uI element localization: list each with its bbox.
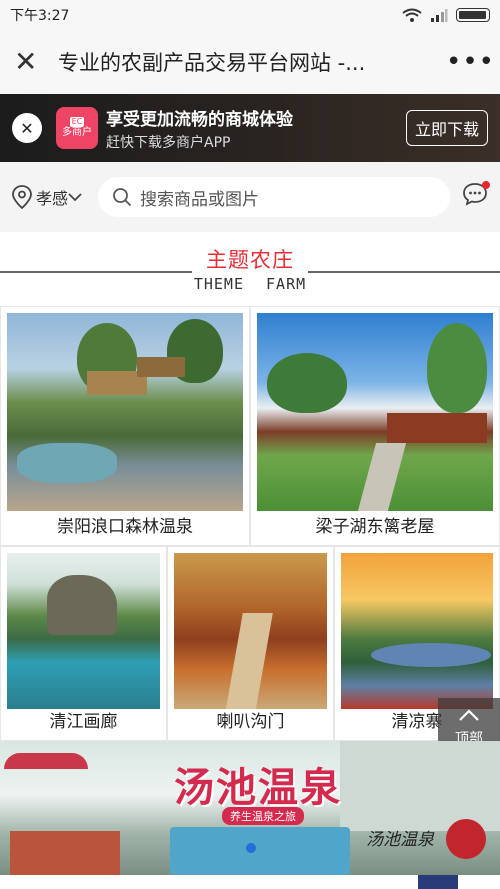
- app-logo-text: 多商户: [62, 126, 92, 138]
- status-icons: [402, 8, 490, 22]
- app-logo-badge: EC: [69, 117, 85, 127]
- farm-card[interactable]: 梁子湖东篱老屋: [250, 306, 500, 546]
- app-logo: EC 多商户: [56, 107, 98, 149]
- farm-card[interactable]: 喇叭沟门: [167, 546, 334, 741]
- farm-photo-forest-hot-spring: [7, 313, 243, 511]
- farm-photo-river-gallery: [7, 553, 160, 709]
- search-placeholder: 搜索商品或图片: [140, 189, 259, 210]
- location-label: 孝感: [36, 189, 69, 208]
- location-pin-icon: [12, 185, 32, 209]
- banner-subline: 赶快下载多商户APP: [106, 134, 231, 151]
- download-app-button[interactable]: 立即下载: [405, 110, 488, 146]
- unread-dot: [482, 181, 490, 189]
- farm-card[interactable]: 崇阳浪口森林温泉: [0, 306, 250, 546]
- farm-name: 喇叭沟门: [216, 712, 285, 732]
- status-bar: 下午3:27: [0, 0, 500, 30]
- farm-name: 清江画廊: [49, 712, 118, 732]
- browser-title-bar: ✕ 专业的农副产品交易平台网站 -... •••: [0, 30, 500, 94]
- signal-icon: [431, 9, 448, 22]
- battery-icon: [456, 8, 490, 22]
- section-title-en: THEME FARM: [193, 275, 307, 293]
- promo-title: 汤池温泉: [174, 764, 342, 811]
- carousel-indicator[interactable]: [246, 843, 256, 853]
- red-seal-logo: [446, 819, 486, 859]
- search-input[interactable]: 搜索商品或图片: [98, 177, 450, 217]
- promo-subtitle: 养生温泉之旅: [222, 807, 304, 825]
- wifi-icon: [402, 8, 422, 22]
- umbrella-decoration: [4, 753, 88, 769]
- next-section-image: [418, 875, 458, 889]
- pool-decoration: [170, 827, 350, 875]
- search-row: 孝感 搜索商品或图片: [0, 162, 500, 232]
- more-menu-icon[interactable]: •••: [446, 47, 494, 77]
- chevron-down-icon: [68, 193, 82, 202]
- status-time: 下午3:27: [10, 8, 70, 24]
- next-section-peek: [0, 875, 500, 889]
- app-download-banner: ✕ EC 多商户 享受更加流畅的商城体验 赶快下载多商户APP 立即下载: [0, 94, 500, 162]
- farm-photo-autumn-path: [174, 553, 327, 709]
- farm-photo-old-house: [257, 313, 493, 511]
- banner-headline: 享受更加流畅的商城体验: [106, 109, 293, 130]
- farm-name: 梁子湖东篱老屋: [315, 517, 435, 537]
- section-title-cn: 主题农庄: [206, 248, 294, 272]
- banner-close-button[interactable]: ✕: [12, 113, 42, 143]
- farm-card[interactable]: 清江画廊: [0, 546, 167, 741]
- location-selector[interactable]: 孝感: [12, 185, 94, 209]
- message-button[interactable]: [462, 181, 490, 212]
- page-title: 专业的农副产品交易平台网站 -...: [58, 51, 366, 75]
- promo-logo-text: 汤池温泉: [366, 830, 434, 850]
- close-icon[interactable]: ✕: [14, 48, 44, 76]
- theme-farm-section-header: 主题农庄 THEME FARM: [0, 232, 500, 306]
- farm-photo-sunset-valley: [341, 553, 493, 709]
- farm-name: 崇阳浪口森林温泉: [57, 517, 193, 537]
- banner-text: 享受更加流畅的商城体验 赶快下载多商户APP: [106, 105, 406, 152]
- search-icon: [113, 188, 132, 207]
- hot-spring-promo-banner[interactable]: 汤池温泉 养生温泉之旅 汤池温泉: [0, 741, 500, 875]
- chevron-up-icon: [459, 709, 479, 721]
